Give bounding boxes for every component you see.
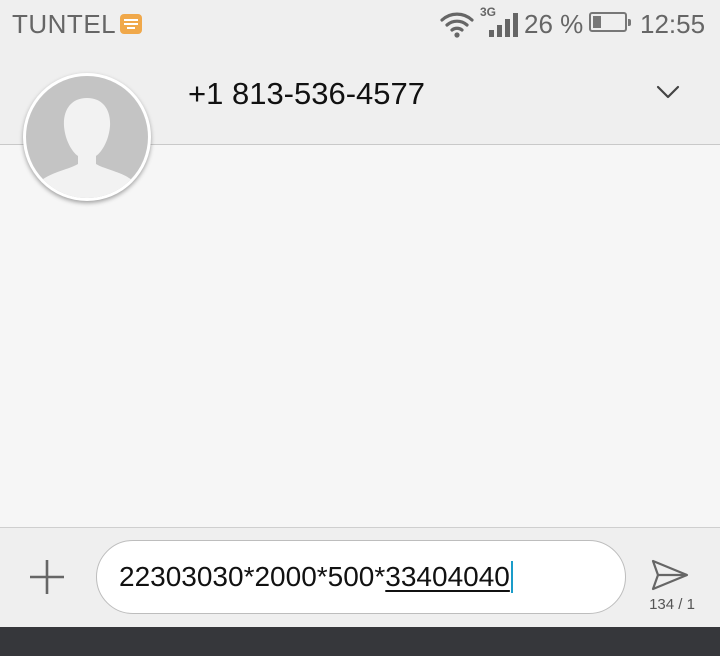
battery-percent: 26 %	[524, 9, 584, 39]
message-input[interactable]: 22303030*2000*500* 33404040	[96, 540, 626, 614]
battery-icon	[589, 12, 631, 32]
message-list[interactable]	[0, 145, 720, 527]
navigation-bar	[0, 627, 720, 656]
send-icon	[651, 559, 689, 591]
message-text: 22303030*2000*500*	[119, 561, 386, 592]
plus-icon	[30, 560, 64, 594]
add-attachment-button[interactable]	[24, 554, 70, 600]
send-button[interactable]	[650, 558, 694, 594]
keyboard-icon	[120, 14, 142, 34]
clock: 12:55	[640, 9, 706, 39]
signal-icon	[489, 13, 518, 37]
message-composer: 22303030*2000*500* 33404040 134 / 1	[0, 527, 720, 627]
avatar[interactable]	[23, 73, 151, 201]
chevron-down-icon	[656, 85, 680, 99]
text-cursor	[510, 561, 513, 593]
expand-contact-button[interactable]	[646, 72, 690, 112]
default-person-icon	[26, 76, 148, 198]
wifi-icon	[440, 12, 474, 38]
character-counter: 134 / 1	[649, 596, 695, 613]
messaging-screen: TUNTEL 3G 26 % 12:55 +1 813-536-4577 223…	[0, 0, 720, 656]
carrier-name: TUNTEL	[12, 9, 117, 39]
status-bar: TUNTEL 3G 26 % 12:55	[0, 0, 720, 50]
composing-text: 33404040	[385, 561, 510, 592]
contact-title: +1 813-536-4577	[188, 76, 426, 111]
battery-level-fill	[593, 16, 601, 28]
